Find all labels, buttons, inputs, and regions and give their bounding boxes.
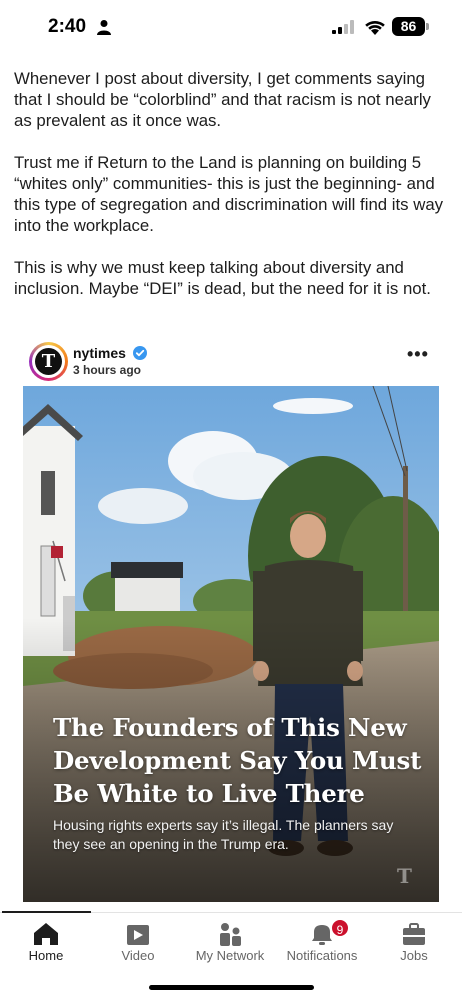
home-indicator bbox=[149, 985, 314, 990]
network-icon bbox=[220, 923, 241, 946]
embedded-post[interactable]: T nytimes 3 hours ago ••• The Founders o… bbox=[23, 336, 439, 902]
embedded-username[interactable]: nytimes bbox=[73, 345, 126, 361]
tab-label: Video bbox=[121, 948, 155, 963]
battery-icon: 86 bbox=[392, 17, 425, 36]
home-icon bbox=[34, 923, 58, 945]
tab-label: Jobs bbox=[400, 948, 428, 963]
bell-icon bbox=[312, 925, 332, 945]
article-headline: The Founders of This New Development Say… bbox=[53, 713, 422, 808]
status-time: 2:40 bbox=[48, 16, 87, 37]
briefcase-icon bbox=[403, 923, 425, 945]
tab-notifications[interactable]: Notifications bbox=[276, 913, 368, 973]
more-horizontal-icon[interactable]: ••• bbox=[407, 344, 429, 365]
tab-home[interactable]: Home bbox=[0, 913, 92, 973]
signal-icon bbox=[332, 20, 354, 34]
notification-badge: 9 bbox=[330, 918, 350, 938]
article-subheadline: Housing rights experts say it’s illegal.… bbox=[53, 817, 394, 852]
embedded-timestamp: 3 hours ago bbox=[73, 363, 142, 377]
battery-level: 86 bbox=[400, 18, 417, 34]
post-paragraph: Whenever I post about diversity, I get c… bbox=[14, 69, 431, 130]
tab-label: Home bbox=[28, 948, 64, 963]
tab-my-network[interactable]: My Network bbox=[184, 913, 276, 973]
tab-video[interactable]: Video bbox=[92, 913, 184, 973]
video-icon bbox=[127, 925, 149, 945]
tab-label: Notifications bbox=[286, 948, 358, 963]
status-bar: 2:40 86 bbox=[0, 0, 462, 56]
person-icon bbox=[97, 20, 111, 35]
verified-badge-icon bbox=[133, 346, 147, 360]
post-paragraph: Trust me if Return to the Land is planni… bbox=[14, 153, 444, 235]
tab-label: My Network bbox=[195, 948, 265, 963]
nyt-watermark-icon: T bbox=[397, 864, 412, 888]
battery-tip bbox=[426, 23, 429, 30]
tab-jobs[interactable]: Jobs bbox=[368, 913, 460, 973]
wifi-icon bbox=[365, 20, 385, 35]
post-body: Whenever I post about diversity, I get c… bbox=[14, 68, 450, 320]
embedded-post-header: T nytimes 3 hours ago ••• bbox=[23, 336, 439, 388]
post-paragraph: This is why we must keep talking about d… bbox=[14, 258, 431, 298]
nyt-logo-icon: T bbox=[35, 348, 62, 375]
embedded-post-image[interactable]: The Founders of This New Development Say… bbox=[23, 386, 439, 902]
avatar[interactable]: T bbox=[29, 342, 68, 381]
